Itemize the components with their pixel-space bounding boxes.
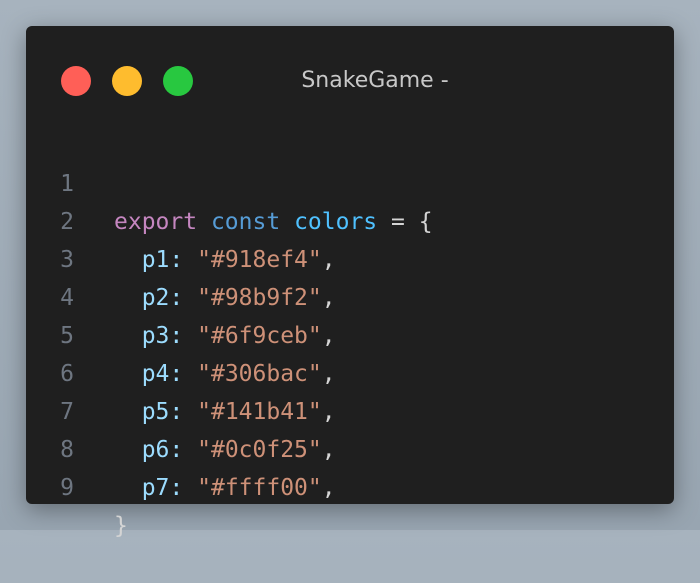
code-line-5: 5 p4: "#306bac", (26, 279, 674, 387)
closing-brace: } (114, 513, 128, 539)
code-line-4: 4 p3: "#6f9ceb", (26, 241, 674, 349)
code-line-6: 6 p5: "#141b41", (26, 317, 674, 425)
code-line-3: 3 p2: "#98b9f2", (26, 203, 674, 311)
object-key: p7 (141, 475, 170, 501)
code-line-1: 1 export const colors = { (26, 127, 674, 235)
code-editor: 1 export const colors = { 2 p1: "#918ef4… (26, 127, 674, 539)
string-value: "#ffff00" (197, 475, 322, 501)
code-window: SnakeGame - 1 export const colors = { 2 … (26, 26, 674, 539)
code-line-8: 8 p7: "#ffff00", (26, 393, 674, 501)
comma: , (321, 475, 336, 501)
code-line-content: } (114, 507, 128, 545)
line-number: 9 (60, 475, 74, 501)
code-line-2: 2 p1: "#918ef4", (26, 165, 674, 273)
code-line-9: 9 } (26, 431, 674, 539)
code-line-7: 7 p6: "#0c0f25", (26, 355, 674, 463)
code-line-content: p7: "#ffff00", (114, 469, 336, 507)
title-bar: SnakeGame - (26, 26, 674, 134)
colon: : (169, 475, 184, 501)
window-title: SnakeGame - (301, 68, 449, 93)
